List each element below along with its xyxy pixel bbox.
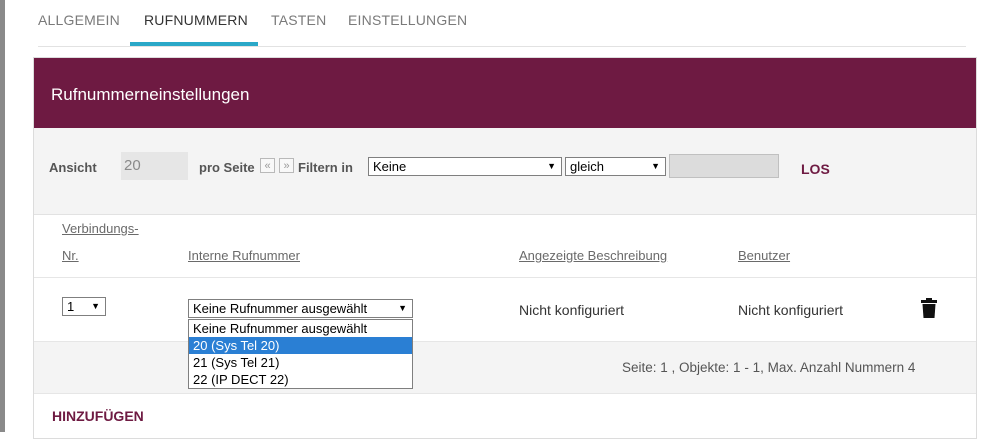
- per-page-label: pro Seite: [199, 160, 255, 175]
- chevron-down-icon: ▼: [651, 161, 660, 171]
- chevron-down-icon: ▼: [398, 303, 407, 313]
- filter-field-select[interactable]: Keine ▼: [368, 157, 562, 176]
- row-description: Nicht konfiguriert: [519, 302, 625, 318]
- footer-divider: [34, 393, 976, 394]
- tab-einstellungen[interactable]: EINSTELLUNGEN: [348, 12, 467, 28]
- header-divider: [34, 277, 976, 278]
- panel-header: Rufnummerneinstellungen: [34, 58, 976, 128]
- tab-rufnummern[interactable]: RUFNUMMERN: [144, 12, 248, 28]
- filter-in-label: Filtern in: [298, 160, 353, 175]
- filter-value-input[interactable]: [669, 154, 779, 178]
- col-header-nr-line1[interactable]: Verbindungs-: [62, 221, 139, 236]
- dropdown-option[interactable]: 22 (IP DECT 22): [189, 371, 412, 388]
- col-header-user[interactable]: Benutzer: [738, 248, 790, 263]
- filter-bar: Ansicht 20 pro Seite « » Filtern in Kein…: [34, 128, 976, 215]
- chevron-down-icon: ▼: [91, 301, 100, 311]
- chevron-down-icon: ▼: [547, 161, 556, 171]
- dropdown-option[interactable]: 21 (Sys Tel 21): [189, 354, 412, 371]
- row-user: Nicht konfiguriert: [738, 302, 844, 318]
- dropdown-option-highlighted[interactable]: 20 (Sys Tel 20): [189, 337, 412, 354]
- internal-number-dropdown[interactable]: Keine Rufnummer ausgewählt 20 (Sys Tel 2…: [188, 319, 413, 389]
- panel-title: Rufnummerneinstellungen: [51, 85, 250, 104]
- col-header-nr-line2[interactable]: Nr.: [62, 248, 79, 263]
- next-page-button[interactable]: »: [279, 158, 294, 173]
- settings-panel: Rufnummerneinstellungen Ansicht 20 pro S…: [33, 57, 977, 439]
- view-label: Ansicht: [49, 160, 97, 175]
- tab-tasten[interactable]: TASTEN: [271, 12, 326, 28]
- filter-operator-select[interactable]: gleich ▼: [565, 157, 666, 176]
- tab-bar: ALLGEMEIN RUFNUMMERN TASTEN EINSTELLUNGE…: [38, 0, 966, 47]
- left-border: [0, 0, 5, 432]
- filter-operator-value: gleich: [570, 159, 604, 174]
- prev-page-button[interactable]: «: [260, 158, 275, 173]
- internal-number-value: Keine Rufnummer ausgewählt: [193, 301, 368, 316]
- col-header-description[interactable]: Angezeigte Beschreibung: [519, 248, 667, 263]
- tab-allgemein[interactable]: ALLGEMEIN: [38, 12, 120, 28]
- paging-info: Seite: 1 , Objekte: 1 - 1, Max. Anzahl N…: [622, 360, 916, 375]
- view-count-input[interactable]: 20: [121, 152, 188, 180]
- row-nr-select[interactable]: 1 ▼: [62, 297, 106, 316]
- add-button[interactable]: HINZUFÜGEN: [52, 408, 144, 424]
- col-header-internal[interactable]: Interne Rufnummer: [188, 248, 300, 263]
- filter-field-value: Keine: [373, 159, 407, 174]
- row-nr-value: 1: [67, 299, 75, 314]
- trash-icon[interactable]: [921, 298, 937, 318]
- internal-number-select[interactable]: Keine Rufnummer ausgewählt ▼: [188, 299, 413, 318]
- dropdown-option[interactable]: Keine Rufnummer ausgewählt: [189, 320, 412, 337]
- active-tab-indicator: [130, 42, 258, 46]
- go-button[interactable]: LOS: [801, 161, 830, 177]
